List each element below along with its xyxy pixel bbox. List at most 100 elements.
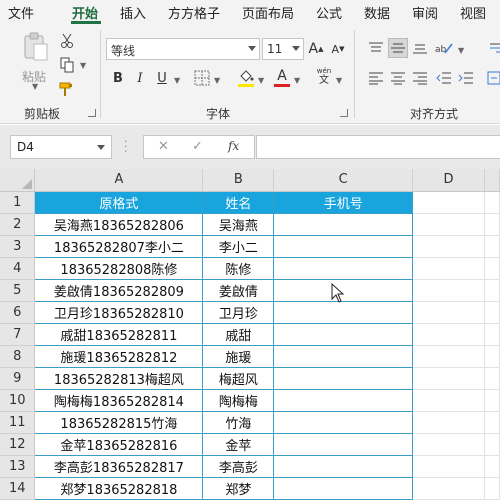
cell-original[interactable]: 18365282813梅超风 [34,366,204,390]
cell[interactable] [412,279,485,302]
phonetic-dropdown-icon[interactable]: ▼ [336,76,342,85]
cell-original[interactable]: 18365282815竹海 [34,410,204,434]
tab-page-layout[interactable]: 页面布局 [242,3,294,22]
tab-fangfanggezi[interactable]: 方方格子 [168,3,220,22]
fill-color-button[interactable] [236,66,256,86]
font-color-button[interactable]: A [272,66,292,86]
fill-color-dropdown-icon[interactable]: ▼ [258,76,264,85]
cell-name[interactable]: 郑梦 [202,476,275,500]
cell[interactable] [484,257,500,280]
cell[interactable] [412,301,485,324]
align-middle-button[interactable] [388,38,408,58]
cell-phone[interactable] [273,234,414,258]
paste-dropdown-icon[interactable]: ▼ [32,82,38,91]
cell[interactable] [412,411,485,434]
select-all-corner[interactable] [0,169,36,192]
shrink-font-button[interactable]: A ▼ [328,39,348,59]
cell[interactable] [412,477,485,500]
cell-name[interactable]: 李高彭 [202,454,275,478]
name-box[interactable]: D4 [10,135,112,159]
row-header[interactable]: 8 [0,345,36,368]
cell-phone[interactable] [273,322,414,346]
phonetic-guide-button[interactable]: wén 文 [314,66,334,86]
row-header[interactable]: 14 [0,477,36,500]
cell-phone[interactable] [273,432,414,456]
tab-home[interactable]: 开始 [72,3,98,22]
cell[interactable] [484,455,500,478]
cell[interactable] [484,411,500,434]
cell-name[interactable]: 梅超风 [202,366,275,390]
bold-button[interactable]: B [108,68,128,88]
merge-center-button[interactable] [484,68,500,88]
row-header[interactable]: 6 [0,301,36,324]
cell-phone[interactable] [273,344,414,368]
row-header[interactable]: 10 [0,389,36,412]
column-header-a[interactable]: A [34,169,204,192]
cell-d4-selected[interactable] [412,257,485,280]
cell[interactable] [484,367,500,390]
clipboard-launcher-icon[interactable] [88,109,96,117]
orientation-button[interactable]: ab [434,38,454,58]
cell-name[interactable]: 姜啟倩 [202,278,275,302]
row-header[interactable]: 2 [0,213,36,236]
column-header-e[interactable] [484,169,500,192]
header-cell-original-format[interactable]: 原格式 [34,190,204,214]
decrease-indent-button[interactable] [434,68,454,88]
column-header-b[interactable]: B [202,169,275,192]
cell-original[interactable]: 戚甜18365282811 [34,322,204,346]
increase-indent-button[interactable] [456,68,476,88]
row-header[interactable]: 1 [0,191,36,214]
wrap-text-button[interactable] [486,38,500,58]
cell[interactable] [484,213,500,236]
tab-file[interactable]: 文件 [8,3,34,22]
cell-name[interactable]: 吴海燕 [202,212,275,236]
formula-input[interactable] [256,135,500,159]
underline-button[interactable]: U [152,68,172,88]
row-header[interactable]: 3 [0,235,36,258]
cell-phone[interactable] [273,256,414,280]
cut-icon[interactable] [58,32,76,50]
cell-original[interactable]: 姜啟倩18365282809 [34,278,204,302]
font-name-select[interactable]: 等线 [106,38,260,60]
cell-original[interactable]: 金苹18365282816 [34,432,204,456]
cell-name[interactable]: 金苹 [202,432,275,456]
cell-original[interactable]: 施瑗18365282812 [34,344,204,368]
cell-phone[interactable] [273,410,414,434]
row-header[interactable]: 12 [0,433,36,456]
cell-name[interactable]: 李小二 [202,234,275,258]
cell-original[interactable]: 18365282807李小二 [34,234,204,258]
underline-dropdown-icon[interactable]: ▼ [174,76,180,85]
cell[interactable] [484,345,500,368]
cell-name[interactable]: 戚甜 [202,322,275,346]
row-header[interactable]: 11 [0,411,36,434]
cell[interactable] [484,433,500,456]
copy-icon[interactable] [58,56,76,74]
align-right-button[interactable] [410,68,430,88]
tab-review[interactable]: 审阅 [412,3,438,22]
column-header-c[interactable]: C [273,169,414,192]
cell[interactable] [412,345,485,368]
font-size-select[interactable]: 11 [262,38,304,60]
column-header-d[interactable]: D [412,169,485,192]
tab-insert[interactable]: 插入 [120,3,146,22]
header-cell-phone[interactable]: 手机号 [273,190,414,214]
cancel-icon[interactable]: ✕ [158,139,169,154]
row-header[interactable]: 13 [0,455,36,478]
cell[interactable] [484,191,500,214]
cell-name[interactable]: 施瑗 [202,344,275,368]
cell-phone[interactable] [273,476,414,500]
confirm-icon[interactable]: ✓ [192,139,203,154]
tab-formulas[interactable]: 公式 [316,3,342,22]
align-top-button[interactable] [366,38,386,58]
cell[interactable] [484,323,500,346]
header-cell-name[interactable]: 姓名 [202,190,275,214]
cell-phone[interactable] [273,366,414,390]
cell-name[interactable]: 卫月珍 [202,300,275,324]
format-painter-icon[interactable] [58,80,76,98]
copy-dropdown-icon[interactable]: ▼ [80,61,86,70]
font-color-dropdown-icon[interactable]: ▼ [294,76,300,85]
borders-button[interactable] [192,68,212,88]
cell[interactable] [484,477,500,500]
grow-font-button[interactable]: A ▲ [306,39,326,59]
insert-function-icon[interactable]: fx [228,139,239,153]
